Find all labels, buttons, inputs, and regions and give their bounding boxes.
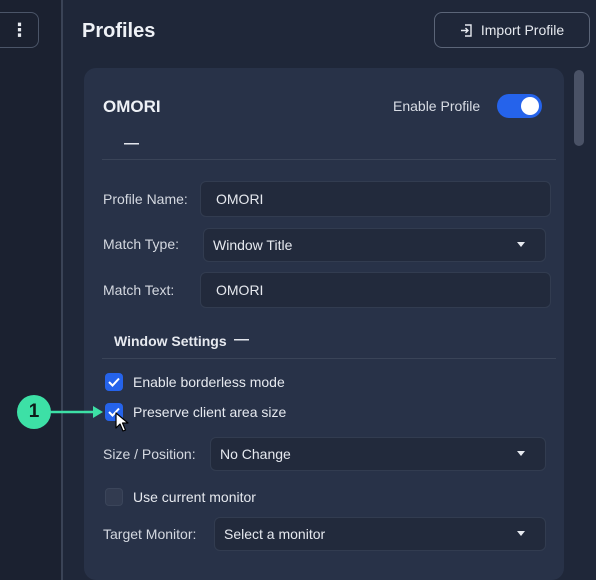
match-text-label: Match Text: (103, 282, 175, 298)
size-position-label: Size / Position: (103, 446, 196, 462)
chevron-down-icon (517, 531, 525, 536)
borderless-checkbox[interactable] (105, 373, 123, 391)
kebab-menu-icon[interactable]: ⋮ (0, 12, 39, 48)
match-text-input[interactable]: OMORI (200, 272, 551, 308)
import-icon (460, 23, 472, 37)
borderless-label: Enable borderless mode (133, 374, 285, 390)
toggle-knob (521, 97, 539, 115)
chevron-down-icon (517, 242, 525, 247)
chevron-down-icon (517, 451, 525, 456)
use-current-monitor-checkbox[interactable] (105, 488, 123, 506)
size-position-value: No Change (220, 446, 291, 462)
enable-profile-label: Enable Profile (393, 98, 481, 114)
target-monitor-value: Select a monitor (224, 526, 326, 542)
step-callout-badge: 1 (17, 395, 51, 429)
profile-card: OMORI Enable Profile — Profile Name: OMO… (84, 68, 564, 580)
window-settings-divider (102, 358, 556, 359)
checkmark-icon (108, 377, 120, 387)
match-type-value: Window Title (213, 237, 293, 253)
callout-arrow-icon (50, 406, 103, 418)
left-panel: ⋮ (0, 0, 62, 580)
enable-profile-toggle[interactable] (497, 94, 542, 118)
main-content: Profiles Import Profile OMORI Enable Pro… (63, 0, 596, 580)
target-monitor-label: Target Monitor: (103, 526, 197, 542)
mouse-cursor-icon (115, 412, 129, 432)
profile-name-label: Profile Name: (103, 191, 188, 207)
target-monitor-select[interactable]: Select a monitor (214, 517, 546, 551)
import-profile-label: Import Profile (480, 22, 565, 38)
page-title: Profiles (82, 20, 156, 42)
import-profile-button[interactable]: Import Profile (434, 12, 590, 48)
match-type-select[interactable]: Window Title (203, 228, 546, 262)
window-settings-title: Window Settings (114, 333, 227, 349)
size-position-select[interactable]: No Change (210, 437, 546, 471)
profile-header-divider (102, 159, 556, 160)
vertical-scrollbar[interactable] (574, 70, 584, 146)
preserve-client-area-label: Preserve client area size (133, 404, 287, 420)
profile-name-heading: OMORI (103, 97, 161, 116)
profile-collapse-icon[interactable]: — (124, 135, 139, 152)
use-current-monitor-label: Use current monitor (133, 489, 256, 505)
match-type-label: Match Type: (103, 236, 180, 252)
window-settings-collapse-icon[interactable]: — (234, 331, 249, 348)
profile-name-input[interactable]: OMORI (200, 181, 551, 217)
